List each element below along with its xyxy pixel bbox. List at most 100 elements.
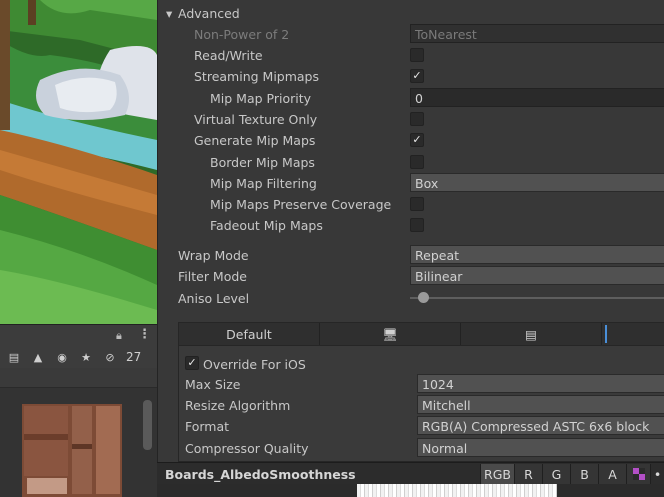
resize-algorithm-dropdown[interactable]: Mitchell [417,395,664,414]
resize-algorithm-label: Resize Algorithm [185,398,291,413]
more-options-icon[interactable]: ⋮ [138,327,151,342]
non-power-of-2-row: Non-Power of 2 ToNearest [158,24,664,45]
max-size-label: Max Size [185,377,241,392]
wrap-mode-row: Wrap Mode Repeat [158,245,664,266]
channel-g-button[interactable]: G [542,464,570,484]
border-mip-maps-row: Border Mip Maps [158,152,664,173]
non-power-of-2-label: Non-Power of 2 [194,27,290,42]
filter-mode-label: Filter Mode [178,269,247,284]
mip-map-filtering-dropdown[interactable]: Box [410,173,664,192]
override-row: ✓ Override For iOS [179,352,664,373]
max-size-row: Max Size 1024 [179,374,664,395]
toolbar-tools: ▤ ▲ ◉ ★ ⊘ 27 [0,347,157,367]
search-filter-icon[interactable]: ▤ [4,348,24,366]
virtual-texture-only-checkbox[interactable] [410,112,424,126]
mip-map-priority-row: Mip Map Priority 0 [158,88,664,109]
filter-mode-dropdown[interactable]: Bilinear [410,266,664,285]
override-label: Override For iOS [203,357,306,372]
mip-maps-preserve-coverage-row: Mip Maps Preserve Coverage [158,194,664,215]
project-toolbar: 🔒︎ ⋮ ▤ ▲ ◉ ★ ⊘ 27 [0,324,157,368]
generate-mip-maps-checkbox[interactable]: ✓ [410,133,424,147]
mip-map-filtering-label: Mip Map Filtering [210,176,317,191]
aniso-level-slider-track[interactable] [410,297,664,299]
monitor-icon: 🖥︎ [382,327,398,342]
texture-import-inspector: ▾ Advanced Non-Power of 2 ToNearest Read… [157,0,664,462]
filter-type-icon[interactable]: ▲ [28,348,48,366]
generate-mip-maps-row: Generate Mip Maps ✓ [158,130,664,151]
channel-a-button[interactable]: A [598,464,626,484]
wrap-mode-label: Wrap Mode [178,248,249,263]
streaming-mipmaps-row: Streaming Mipmaps ✓ [158,66,664,87]
non-power-of-2-dropdown: ToNearest [410,24,664,43]
thumbnail-image [22,404,122,497]
server-icon: ▤ [525,327,537,342]
filter-mode-row: Filter Mode Bilinear [158,266,664,287]
resize-algorithm-row: Resize Algorithm Mitchell [179,395,664,416]
mip-map-priority-label: Mip Map Priority [210,91,312,106]
advanced-section-title: Advanced [178,6,240,21]
advanced-foldout[interactable]: ▾ Advanced [158,3,664,24]
read-write-row: Read/Write [158,45,664,66]
channel-b-button[interactable]: B [570,464,598,484]
platform-settings: ✓ Override For iOS Max Size 1024 Resize … [178,346,664,462]
label-icon[interactable]: ◉ [52,348,72,366]
channel-r-button[interactable]: R [514,464,542,484]
checkmark-icon: ✓ [187,356,197,369]
asset-name: Boards_AlbedoSmoothness [165,467,356,482]
read-write-checkbox[interactable] [410,48,424,62]
texture-preview [157,484,664,497]
generate-mip-maps-label: Generate Mip Maps [194,133,316,148]
compressor-quality-dropdown[interactable]: Normal [417,438,664,457]
mip-slider-icon[interactable]: • [650,464,664,484]
project-asset-area [0,368,157,497]
tab-server[interactable]: ▤ [461,323,602,345]
format-row: Format RGB(A) Compressed ASTC 6x6 block [179,416,664,437]
format-dropdown[interactable]: RGB(A) Compressed ASTC 6x6 block [417,416,664,435]
max-size-dropdown[interactable]: 1024 [417,374,664,393]
mip-map-priority-field[interactable]: 0 [410,88,664,107]
streaming-mipmaps-label: Streaming Mipmaps [194,69,320,84]
read-write-label: Read/Write [194,48,263,63]
tab-standalone[interactable]: 🖥︎ [320,323,461,345]
mip-maps-preserve-coverage-label: Mip Maps Preserve Coverage [210,197,392,212]
fadeout-mip-maps-checkbox[interactable] [410,218,424,232]
active-tab-indicator [605,325,607,343]
aniso-level-label: Aniso Level [178,291,250,306]
mip-map-filtering-row: Mip Map Filtering Box [158,173,664,194]
mip-maps-preserve-coverage-checkbox[interactable] [410,197,424,211]
streaming-mipmaps-checkbox[interactable]: ✓ [410,69,424,83]
preview-texture-image [357,484,557,497]
hidden-count: 27 [126,350,142,364]
checkmark-icon: ✓ [412,69,422,82]
star-icon[interactable]: ★ [76,348,96,366]
virtual-texture-only-label: Virtual Texture Only [194,112,318,127]
tab-default[interactable]: Default [179,323,320,345]
hidden-eye-icon[interactable]: ⊘ [100,348,120,366]
format-label: Format [185,419,230,434]
virtual-texture-only-row: Virtual Texture Only [158,109,664,130]
fadeout-mip-maps-label: Fadeout Mip Maps [210,218,323,233]
override-checkbox[interactable]: ✓ [185,356,199,370]
border-mip-maps-label: Border Mip Maps [210,155,315,170]
editor-window: 🔒︎ ⋮ ▤ ▲ ◉ ★ ⊘ 27 ▾ Advanced Non-Power o… [0,0,664,497]
asset-scrollbar[interactable] [143,400,152,450]
mipmap-checker-icon[interactable] [626,464,650,484]
asset-area-header [0,368,157,388]
platform-tabs: Default 🖥︎ ▤ [178,322,664,346]
aniso-level-slider-thumb[interactable] [417,292,429,303]
texture-thumbnail[interactable] [22,404,122,497]
wrap-mode-dropdown[interactable]: Repeat [410,245,664,264]
checkmark-icon: ✓ [412,133,422,146]
checker-icon [632,468,645,480]
compressor-quality-row: Compressor Quality Normal [179,438,664,459]
scene-view[interactable] [0,0,157,324]
scene-render [0,0,157,324]
compressor-quality-label: Compressor Quality [185,441,309,456]
border-mip-maps-checkbox[interactable] [410,155,424,169]
lock-icon[interactable]: 🔒︎ [116,329,122,343]
chevron-down-icon: ▾ [166,6,173,21]
channel-rgb-button[interactable]: RGB [480,464,514,484]
aniso-level-row: Aniso Level [158,288,664,309]
preview-header: Boards_AlbedoSmoothness RGB R G B A • [157,462,664,484]
fadeout-mip-maps-row: Fadeout Mip Maps [158,215,664,236]
